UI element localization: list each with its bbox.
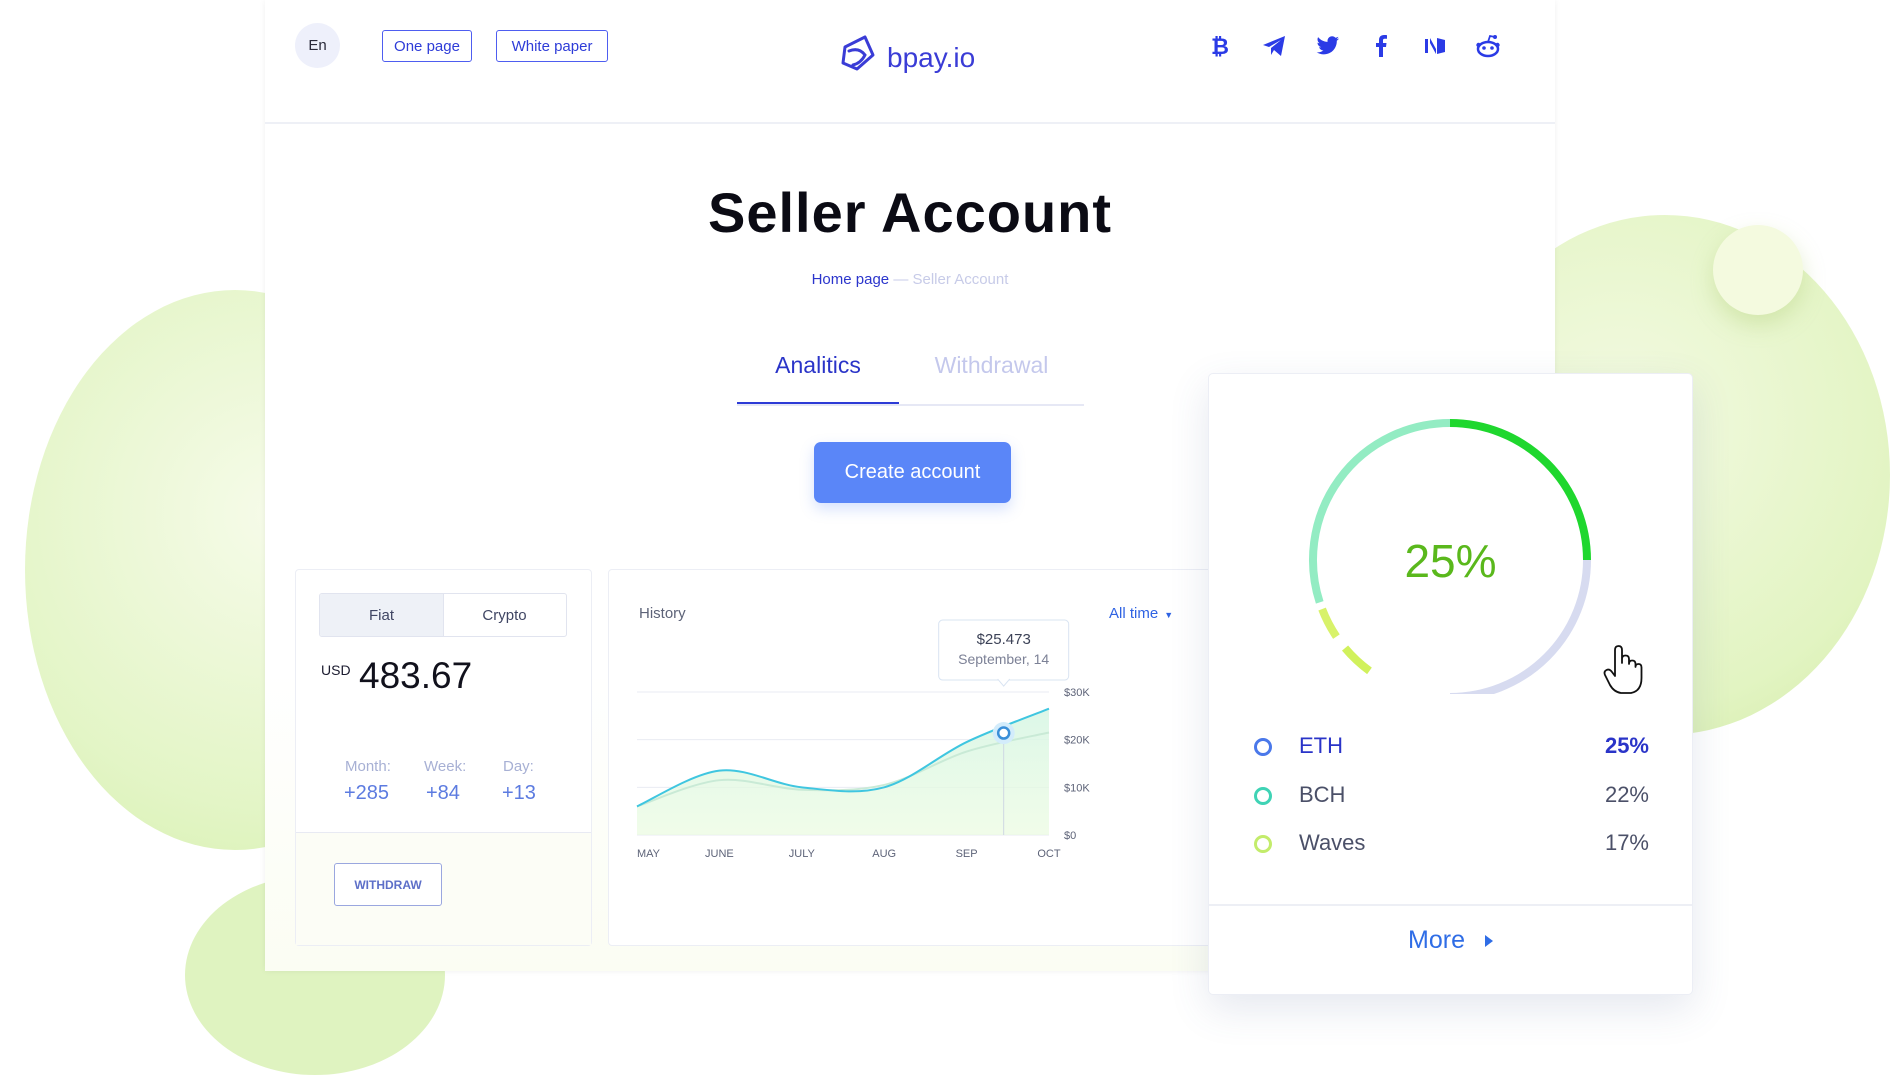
one-page-button[interactable]: One page	[382, 30, 472, 62]
stat-month-value: +285	[344, 782, 390, 804]
tab-withdrawal[interactable]: Withdrawal	[899, 352, 1084, 402]
donut-arc-waves	[1318, 607, 1340, 639]
legend-dot-icon	[1254, 835, 1272, 853]
chart-tooltip: $25.473 September, 14	[938, 619, 1070, 687]
legend-name: Waves	[1299, 830, 1366, 855]
breadcrumb-home-link[interactable]: Home page	[812, 271, 890, 288]
balance-footer: WITHDRAW	[296, 833, 591, 945]
legend-item-waves[interactable]: Waves 17%	[1254, 828, 1649, 858]
reddit-icon[interactable]	[1474, 32, 1502, 60]
legend-value: 22%	[1604, 782, 1649, 807]
legend-dot-icon	[1254, 738, 1272, 756]
breadcrumb: Home page — Seller Account	[265, 271, 1555, 288]
site-header: En One page White paper bpay.io ₿	[265, 0, 1555, 124]
tooltip-box	[938, 619, 1070, 681]
svg-text:₿: ₿	[1211, 35, 1229, 59]
currency-label: USD	[321, 662, 351, 678]
legend-item-eth[interactable]: ETH 25%	[1254, 731, 1649, 761]
x-tick-label: JULY	[789, 848, 816, 860]
telegram-icon[interactable]	[1260, 32, 1288, 60]
create-account-button[interactable]: Create account	[814, 442, 1011, 503]
background-bubble	[1713, 225, 1803, 315]
legend-item-bch[interactable]: BCH 22%	[1254, 780, 1649, 810]
twitter-icon[interactable]	[1314, 32, 1342, 60]
breadcrumb-separator: —	[893, 271, 909, 288]
balance-card: Fiat Crypto USD 483.67 Month: +285 Week:…	[295, 569, 592, 946]
legend-value: 17%	[1604, 830, 1649, 855]
stat-day-label: Day:	[503, 758, 534, 775]
withdraw-button[interactable]: WITHDRAW	[334, 863, 442, 906]
page-title: Seller Account	[707, 181, 1113, 244]
tooltip-date: September, 14	[958, 651, 1049, 667]
stat-week-label: Week:	[424, 758, 467, 775]
donut-arc-waves-tail	[1341, 645, 1372, 675]
language-switch[interactable]: En	[295, 23, 340, 68]
x-tick-label: MAY	[637, 848, 661, 860]
y-tick-label: $0	[1064, 830, 1076, 842]
legend-name: BCH	[1299, 782, 1346, 807]
history-chart: $30K $20K $10K $0 MAY JUNE JULY AUG SEP OCT $25.47…	[636, 619, 1090, 860]
y-tick-label: $20K	[1064, 735, 1090, 747]
x-tick-label: AUG	[872, 848, 896, 860]
stat-day-value: +13	[502, 782, 536, 804]
divider	[1209, 904, 1692, 906]
tooltip-value: $25.473	[977, 631, 1031, 648]
hand-cursor-icon	[1603, 645, 1643, 700]
donut-center-percent: 25%	[1404, 535, 1497, 587]
y-tick-label: $10K	[1064, 782, 1090, 794]
x-tick-label: OCT	[1037, 848, 1061, 860]
y-tick-label: $30K	[1064, 687, 1090, 699]
logo-icon	[837, 33, 879, 82]
x-tick-label: SEP	[956, 848, 978, 860]
medium-icon[interactable]	[1421, 32, 1449, 60]
legend-value: 25%	[1604, 733, 1649, 758]
balance-amount: 483.67	[359, 655, 473, 696]
breadcrumb-current: Seller Account	[912, 271, 1009, 288]
more-link[interactable]: More	[1209, 926, 1692, 955]
x-tick-label: JUNE	[705, 848, 734, 860]
tab-bar: Analitics Withdrawal	[737, 352, 1084, 406]
segment-crypto[interactable]: Crypto	[443, 594, 566, 636]
currency-segmented-control: Fiat Crypto	[319, 593, 567, 637]
white-paper-button[interactable]: White paper	[496, 30, 608, 62]
stat-week-value: +84	[426, 782, 460, 804]
logo-text: bpay.io	[887, 41, 976, 73]
segment-fiat[interactable]: Fiat	[320, 594, 444, 636]
series-area	[637, 708, 1049, 835]
legend-dot-icon	[1254, 787, 1272, 805]
tab-analitics[interactable]: Analitics	[737, 352, 899, 404]
more-label: More	[1408, 926, 1465, 954]
facebook-icon[interactable]	[1367, 32, 1395, 60]
legend-name: ETH	[1299, 733, 1343, 758]
arrow-right-icon	[1484, 935, 1493, 948]
tooltip-pointer	[997, 678, 1011, 687]
data-point	[996, 726, 1011, 740]
bitcoin-icon[interactable]: ₿	[1205, 32, 1233, 60]
history-card: History All time ▼ $30K $20K $10K $0 MAY JUNE J…	[608, 569, 1240, 946]
stat-month-label: Month:	[345, 758, 391, 775]
logo[interactable]: bpay.io	[837, 33, 975, 82]
